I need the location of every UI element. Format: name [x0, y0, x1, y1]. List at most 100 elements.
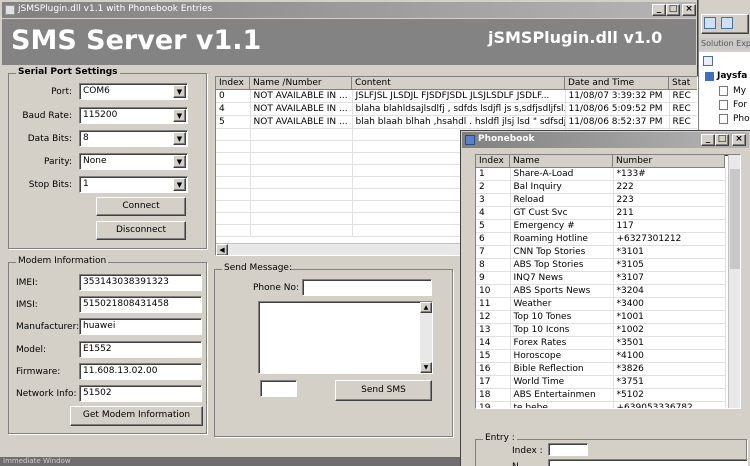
get-modem-info-button[interactable]: Get Modem Information [70, 406, 203, 426]
phonebook-cell: ABS Top Stories [510, 258, 614, 272]
empty-cell [216, 224, 251, 237]
list-item[interactable]: 12 Top 10 Tones *1001 [476, 310, 726, 324]
file-icon [719, 86, 728, 96]
phonebook-header-index[interactable]: Index [476, 155, 510, 168]
scroll-up-icon[interactable]: ▲ [420, 302, 432, 313]
list-item[interactable]: 2 Bal Inquiry 222 [476, 180, 726, 194]
parity-label: Parity: [44, 157, 72, 167]
table-row[interactable]: 0 NOT AVAILABLE IN ... JSLFJSL JLSDJL FJS… [216, 90, 697, 103]
empty-cell [216, 152, 251, 165]
entry-name-input[interactable] [548, 459, 748, 466]
network-info-label: Network Info: [16, 389, 77, 399]
column-header-content[interactable]: Content [352, 77, 565, 90]
toolbar-icon[interactable] [704, 17, 716, 29]
imsi-field[interactable]: 515021808431458 [79, 296, 202, 313]
firmware-field[interactable]: 11.608.13.02.00 [79, 363, 202, 380]
textarea-scrollbar[interactable]: ▲ ▼ [420, 302, 432, 373]
list-item[interactable]: 4 GT Cust Svc 211 [476, 206, 726, 220]
phonebook-header-name[interactable]: Name [510, 155, 613, 168]
column-header-status[interactable]: Stat [669, 77, 697, 90]
entry-index-input[interactable] [548, 443, 588, 456]
phonebook-app-icon [465, 135, 475, 145]
data-bits-select[interactable]: 8 ▼ [79, 130, 188, 147]
manufacturer-value: huawei [83, 321, 116, 331]
network-info-field[interactable]: 51502 [79, 385, 202, 402]
window-title: jSMSPlugin.dll v1.1 with Phonebook Entri… [18, 4, 213, 14]
list-item[interactable]: 9 INQ7 News *3107 [476, 271, 726, 285]
list-item[interactable]: 6 Roaming Hotline +6327301212 [476, 232, 726, 246]
scroll-left-icon[interactable]: ◀ [216, 244, 228, 255]
empty-cell [216, 212, 251, 225]
list-item[interactable]: 3 Reload 223 [476, 193, 726, 207]
phonebook-title-bar[interactable]: Phonebook _ □ × [462, 132, 749, 148]
table-cell: 0 [216, 90, 251, 103]
imsi-label: IMSI: [16, 300, 38, 310]
table-row[interactable]: 4 NOT AVAILABLE IN ... blaha blahldsajlsdl… [216, 102, 697, 116]
minimize-button[interactable]: _ [652, 4, 666, 16]
scroll-down-icon[interactable]: ▼ [420, 362, 432, 373]
empty-cell [250, 176, 353, 189]
disconnect-button[interactable]: Disconnect [96, 221, 186, 240]
column-header-index[interactable]: Index [216, 77, 250, 90]
toolbar-icon[interactable] [703, 56, 713, 66]
tree-item[interactable]: My [733, 86, 746, 96]
parity-select[interactable]: None ▼ [79, 153, 188, 170]
message-textarea[interactable]: ▲ ▼ [258, 301, 433, 374]
phonebook-maximize-button[interactable]: □ [715, 134, 729, 146]
list-item[interactable]: 13 Top 10 Icons *1002 [476, 323, 726, 337]
phonebook-grid[interactable]: Index Name Number 1 Share-A-Load *133# 2 Bal… [475, 154, 741, 409]
manufacturer-field[interactable]: huawei [79, 318, 202, 335]
baud-rate-select[interactable]: 115200 ▼ [79, 107, 188, 124]
phonebook-minimize-button[interactable]: _ [701, 134, 715, 146]
send-sms-button[interactable]: Send SMS [335, 380, 432, 401]
port-select[interactable]: COM6 ▼ [79, 83, 188, 100]
table-cell: NOT AVAILABLE IN ... [250, 102, 353, 116]
chevron-down-icon[interactable]: ▼ [173, 132, 186, 145]
list-item[interactable]: 16 Bible Reflection *3826 [476, 362, 726, 376]
close-button[interactable]: × [682, 4, 696, 16]
phonebook-header-number[interactable]: Number [613, 155, 725, 168]
imei-value: 353143038391323 [83, 277, 169, 287]
phonebook-cell: 16 [476, 362, 511, 376]
list-item[interactable]: 5 Emergency #117 [476, 219, 726, 233]
list-item[interactable]: 7 CNN Top Stories *3101 [476, 245, 726, 259]
imei-field[interactable]: 353143038391323 [79, 274, 202, 291]
list-item[interactable]: 14 Forex Rates *3501 [476, 336, 726, 350]
immediate-window-tab[interactable]: Immediate Window [0, 457, 200, 466]
list-item[interactable]: 1 Share-A-Load *133# [476, 168, 726, 181]
phone-number-input[interactable] [302, 279, 432, 296]
column-header-name[interactable]: Name /Number [250, 77, 352, 90]
toolbar-icon[interactable] [721, 17, 733, 29]
send-message-group-label: Send Message [222, 263, 291, 273]
phonebook-cell: 14 [476, 336, 511, 350]
tree-item[interactable]: Pho [733, 114, 750, 124]
list-item[interactable]: 19 te bebe +639053336782 [476, 401, 726, 408]
list-item[interactable]: 15 Horoscope *4100 [476, 349, 726, 363]
chevron-down-icon[interactable]: ▼ [173, 178, 186, 191]
table-row[interactable]: 5 NOT AVAILABLE IN ... blah blaah blhah ,h… [216, 115, 697, 129]
phonebook-cell: INQ7 News [510, 271, 614, 285]
stop-bits-select[interactable]: 1 ▼ [79, 176, 188, 193]
connect-button[interactable]: Connect [96, 197, 186, 216]
model-field[interactable]: E1552 [79, 341, 202, 358]
empty-cell [250, 212, 353, 225]
char-count-field[interactable] [260, 380, 297, 397]
main-title-bar[interactable]: jSMSPlugin.dll v1.1 with Phonebook Entri… [2, 2, 696, 18]
table-cell: 4 [216, 102, 251, 116]
chevron-down-icon[interactable]: ▼ [173, 155, 186, 168]
maximize-button[interactable]: □ [666, 4, 680, 16]
chevron-down-icon[interactable]: ▼ [173, 109, 186, 122]
chevron-down-icon[interactable]: ▼ [173, 85, 186, 98]
column-header-date[interactable]: Date and Time [565, 77, 669, 90]
list-item[interactable]: 17 World Time *3751 [476, 375, 726, 389]
list-item[interactable]: 10 ABS Sports News *3204 [476, 284, 726, 298]
tree-item[interactable]: For [733, 100, 747, 110]
scroll-thumb[interactable] [730, 169, 740, 269]
empty-cell [216, 164, 251, 177]
phonebook-vscrollbar[interactable] [728, 155, 740, 408]
tree-root[interactable]: Jaysfa [717, 71, 747, 81]
list-item[interactable]: 18 ABS Entertainmen *5102 [476, 388, 726, 402]
list-item[interactable]: 11 Weather *3400 [476, 297, 726, 311]
list-item[interactable]: 8 ABS Top Stories *3105 [476, 258, 726, 272]
phonebook-close-button[interactable]: × [732, 134, 746, 146]
